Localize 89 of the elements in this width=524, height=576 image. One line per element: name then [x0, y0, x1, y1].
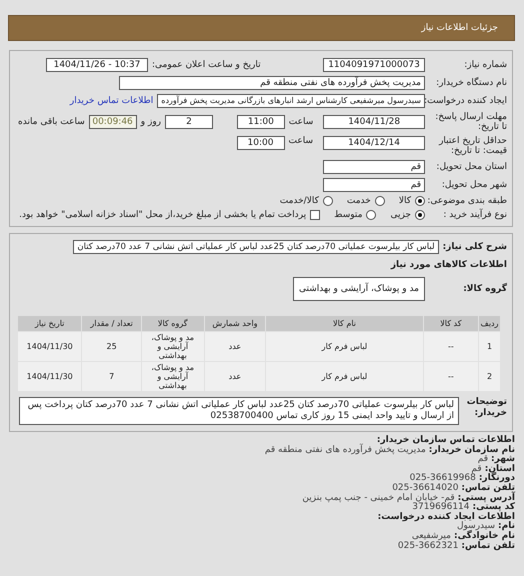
contact-label: تلفن تماس:: [461, 542, 515, 552]
table-cell: 1404/11/30: [18, 362, 82, 391]
contact-value: 025-36614020: [392, 484, 458, 493]
column-header: تعداد / مقدار: [82, 316, 141, 331]
field-label: شهر محل تحویل:: [440, 180, 507, 190]
contact-label: دورنگار:: [478, 474, 515, 484]
field-label: طبقه بندی موضوعی:: [429, 196, 507, 206]
field-label: نام دستگاه خریدار:: [435, 78, 507, 88]
field-label: شماره نیاز:: [463, 60, 507, 70]
table-cell: لباس فرم کار: [266, 362, 423, 391]
days-field[interactable]: 2: [165, 115, 213, 129]
buyer-contact-link[interactable]: اطلاعات تماس خریدار: [70, 96, 154, 106]
contact-label: تلفن تماس:: [461, 484, 515, 493]
field-label: روز و: [140, 117, 162, 127]
contact-value: میرشفیعی: [412, 532, 451, 541]
deadline-date-field[interactable]: 1404/11/28: [323, 115, 425, 129]
field-label: مهلت ارسال پاسخ: تا تاریخ:: [434, 112, 507, 132]
buyer-notes-field[interactable]: لباس کار بیلرسوت عملیاتی 70درصد کتان 25عدد لباس کار عملیاتی اتش نشانی 7 عدد 70درصد کتان پرداخت پس از ارسال و تایید واحد ایمنی 15 روز کاری تماس 02538700400: [19, 397, 459, 425]
page-header: جزئیات اطلاعات نیاز: [8, 15, 515, 41]
field-label: حداقل تاریخ اعتبار قیمت: تا تاریخ:: [438, 136, 507, 156]
column-header: ردیف: [479, 316, 500, 331]
table-cell: --: [424, 332, 478, 361]
contact-value: قم: [478, 455, 488, 464]
column-header: گروه کالا: [142, 316, 204, 331]
option-label: خدمت: [346, 196, 371, 206]
column-header: نام کالا: [266, 316, 423, 331]
table-cell: 25: [82, 332, 141, 361]
radio-button[interactable]: [366, 210, 376, 220]
goods-group-field[interactable]: مد و پوشاک، آرایشی و بهداشتی: [293, 277, 425, 301]
contact-label: نام سازمان خریدار:: [428, 446, 515, 455]
field-label: استان محل تحویل:: [435, 162, 507, 172]
contact-value: قم- خیابان امام خمینی - جنب پمپ بنزین: [302, 494, 455, 503]
contact-value: قم: [471, 464, 482, 474]
contact-value: 3719696114: [412, 503, 470, 512]
validity-time-field[interactable]: 10:00: [236, 136, 284, 150]
table-cell: مد و پوشاک، آرایشی و بهداشتی: [142, 362, 204, 391]
section-heading: اطلاعات کالاهای مورد نیاز: [390, 260, 507, 270]
description-field[interactable]: لباس کار بیلرسوت عملیاتی 70درصد کتان 25عدد لباس کار عملیاتی اتش نشانی 7 عدد 70درصد کتان: [73, 240, 439, 254]
field-label: گروه کالا:: [462, 284, 507, 294]
deadline-time-field[interactable]: 11:00: [236, 115, 285, 129]
table-cell: 7: [82, 362, 141, 391]
table-cell: 1: [479, 332, 500, 361]
announce-date-field[interactable]: 1404/11/26 - 10:37: [46, 58, 148, 72]
field-label: توضیحات خریدار:: [466, 397, 507, 419]
contact-label: شهر:: [491, 455, 515, 464]
province-field[interactable]: قم: [323, 160, 425, 174]
radio-button[interactable]: [415, 196, 425, 206]
contact-label: استان:: [484, 464, 515, 474]
contact-label: آدرس پستی:: [458, 494, 515, 503]
option-label: کالا/خدمت: [280, 196, 319, 206]
validity-date-field[interactable]: 1404/12/14: [323, 136, 425, 150]
contact-value: 025-3662321: [398, 542, 458, 552]
contact-value: مدیریت پخش فرآورده های نفتی منطقه قم: [264, 446, 426, 456]
field-label: ساعت: [288, 117, 314, 127]
section-heading: اطلاعات تماس سازمان خریدار:: [376, 436, 515, 445]
contact-label: نام:: [498, 522, 515, 532]
table-cell: لباس فرم کار: [266, 332, 423, 361]
checkbox-label: پرداخت تمام یا بخشی از مبلغ خرید،از محل "اسناد خزانه اسلامی" خواهد بود.: [19, 210, 306, 220]
radio-button[interactable]: [415, 210, 425, 220]
column-header: واحد شمارش: [204, 316, 266, 331]
table-cell: عدد: [204, 362, 266, 391]
column-header: کد کالا: [424, 316, 478, 331]
section-heading: اطلاعات ایجاد کننده درخواست:: [378, 512, 515, 522]
contact-value: 025-36619968: [410, 474, 476, 484]
field-label: ساعت باقی مانده: [18, 117, 85, 127]
field-label: شرح کلی نیاز:: [442, 242, 507, 252]
table-cell: 1404/11/30: [18, 332, 82, 361]
option-label: متوسط: [334, 210, 362, 220]
table-cell: مد و پوشاک، آرایشی و بهداشتی: [142, 332, 204, 361]
table-cell: 2: [479, 362, 500, 391]
remaining-time-field[interactable]: 00:09:46: [88, 115, 137, 129]
contact-label: نام خانوادگی:: [454, 532, 515, 541]
radio-button[interactable]: [374, 196, 385, 206]
need-number-field[interactable]: 1104091971000073: [323, 58, 425, 72]
contact-value: سیدرسول: [456, 522, 496, 532]
radio-button[interactable]: [322, 196, 333, 206]
field-label: نوع فرآیند خرید :: [442, 210, 507, 220]
field-label: ساعت: [288, 136, 313, 146]
city-field[interactable]: قم: [323, 178, 425, 192]
field-label: تاریخ و ساعت اعلان عمومی:: [152, 60, 261, 70]
contact-label: کد پستی:: [472, 503, 515, 512]
buyer-field[interactable]: مدیریت پخش فرآورده های نفتی منطقه قم: [119, 76, 425, 90]
option-label: کالا: [398, 196, 411, 206]
table-cell: عدد: [204, 332, 266, 361]
checkbox[interactable]: [310, 210, 320, 220]
column-header: تاریخ نیاز: [18, 316, 82, 331]
creator-field[interactable]: سیدرسول میرشفیعی کارشناس ارشد انبارهای بازرگانی مدیریت پخش فرآورده: [157, 94, 425, 108]
table-cell: --: [424, 362, 478, 391]
option-label: جزیی: [390, 210, 411, 220]
